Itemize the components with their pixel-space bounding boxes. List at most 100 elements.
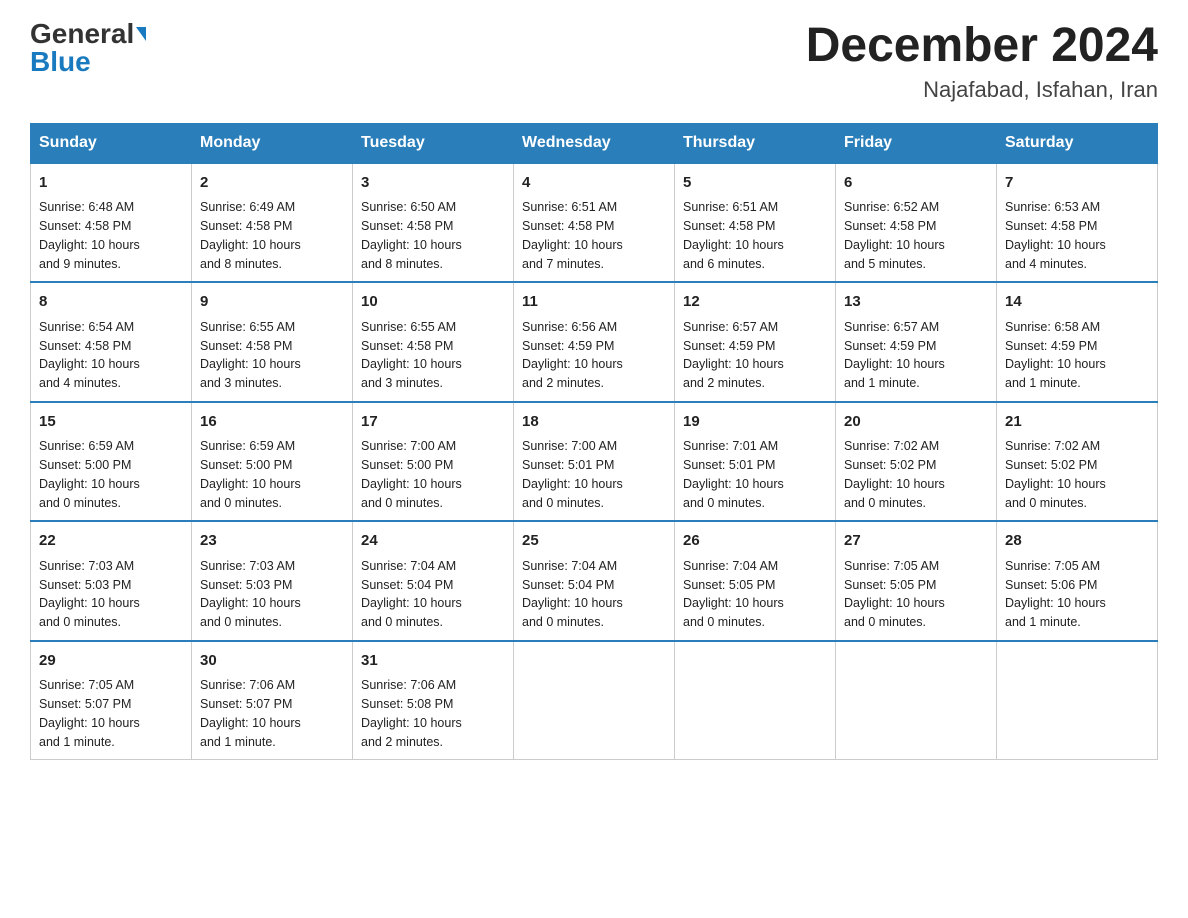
- day-info: Sunrise: 7:04 AM Sunset: 5:04 PM Dayligh…: [361, 557, 505, 632]
- day-info: Sunrise: 6:50 AM Sunset: 4:58 PM Dayligh…: [361, 198, 505, 273]
- calendar-cell: 18 Sunrise: 7:00 AM Sunset: 5:01 PM Dayl…: [514, 402, 675, 522]
- day-number: 23: [200, 530, 344, 553]
- calendar-cell: 19 Sunrise: 7:01 AM Sunset: 5:01 PM Dayl…: [675, 402, 836, 522]
- day-number: 22: [39, 530, 183, 553]
- day-info: Sunrise: 6:55 AM Sunset: 4:58 PM Dayligh…: [361, 318, 505, 393]
- weekday-header-tuesday: Tuesday: [353, 123, 514, 163]
- calendar-cell: 22 Sunrise: 7:03 AM Sunset: 5:03 PM Dayl…: [31, 521, 192, 641]
- day-number: 28: [1005, 530, 1149, 553]
- calendar-cell: 30 Sunrise: 7:06 AM Sunset: 5:07 PM Dayl…: [192, 641, 353, 760]
- calendar-cell: 6 Sunrise: 6:52 AM Sunset: 4:58 PM Dayli…: [836, 163, 997, 283]
- day-info: Sunrise: 6:58 AM Sunset: 4:59 PM Dayligh…: [1005, 318, 1149, 393]
- day-number: 29: [39, 650, 183, 673]
- day-number: 15: [39, 411, 183, 434]
- calendar-cell: 2 Sunrise: 6:49 AM Sunset: 4:58 PM Dayli…: [192, 163, 353, 283]
- calendar-cell: [836, 641, 997, 760]
- weekday-header-wednesday: Wednesday: [514, 123, 675, 163]
- day-info: Sunrise: 6:57 AM Sunset: 4:59 PM Dayligh…: [844, 318, 988, 393]
- day-number: 21: [1005, 411, 1149, 434]
- day-info: Sunrise: 6:56 AM Sunset: 4:59 PM Dayligh…: [522, 318, 666, 393]
- calendar-cell: [675, 641, 836, 760]
- calendar-cell: 24 Sunrise: 7:04 AM Sunset: 5:04 PM Dayl…: [353, 521, 514, 641]
- weekday-header-row: SundayMondayTuesdayWednesdayThursdayFrid…: [31, 123, 1158, 163]
- day-info: Sunrise: 7:04 AM Sunset: 5:05 PM Dayligh…: [683, 557, 827, 632]
- day-number: 26: [683, 530, 827, 553]
- day-number: 27: [844, 530, 988, 553]
- calendar-cell: 10 Sunrise: 6:55 AM Sunset: 4:58 PM Dayl…: [353, 282, 514, 402]
- day-number: 9: [200, 291, 344, 314]
- logo: General Blue: [30, 20, 146, 76]
- day-number: 17: [361, 411, 505, 434]
- calendar-cell: 31 Sunrise: 7:06 AM Sunset: 5:08 PM Dayl…: [353, 641, 514, 760]
- day-info: Sunrise: 7:04 AM Sunset: 5:04 PM Dayligh…: [522, 557, 666, 632]
- day-info: Sunrise: 6:51 AM Sunset: 4:58 PM Dayligh…: [522, 198, 666, 273]
- week-row-4: 22 Sunrise: 7:03 AM Sunset: 5:03 PM Dayl…: [31, 521, 1158, 641]
- day-info: Sunrise: 6:54 AM Sunset: 4:58 PM Dayligh…: [39, 318, 183, 393]
- calendar-cell: 28 Sunrise: 7:05 AM Sunset: 5:06 PM Dayl…: [997, 521, 1158, 641]
- calendar-cell: [997, 641, 1158, 760]
- calendar-cell: 23 Sunrise: 7:03 AM Sunset: 5:03 PM Dayl…: [192, 521, 353, 641]
- weekday-header-saturday: Saturday: [997, 123, 1158, 163]
- day-number: 18: [522, 411, 666, 434]
- calendar-cell: 20 Sunrise: 7:02 AM Sunset: 5:02 PM Dayl…: [836, 402, 997, 522]
- day-number: 10: [361, 291, 505, 314]
- calendar-cell: 21 Sunrise: 7:02 AM Sunset: 5:02 PM Dayl…: [997, 402, 1158, 522]
- day-number: 11: [522, 291, 666, 314]
- weekday-header-sunday: Sunday: [31, 123, 192, 163]
- calendar-cell: [514, 641, 675, 760]
- day-info: Sunrise: 6:59 AM Sunset: 5:00 PM Dayligh…: [39, 437, 183, 512]
- day-number: 7: [1005, 172, 1149, 195]
- day-number: 8: [39, 291, 183, 314]
- day-info: Sunrise: 6:48 AM Sunset: 4:58 PM Dayligh…: [39, 198, 183, 273]
- day-info: Sunrise: 7:06 AM Sunset: 5:07 PM Dayligh…: [200, 676, 344, 751]
- day-number: 2: [200, 172, 344, 195]
- calendar-cell: 14 Sunrise: 6:58 AM Sunset: 4:59 PM Dayl…: [997, 282, 1158, 402]
- week-row-3: 15 Sunrise: 6:59 AM Sunset: 5:00 PM Dayl…: [31, 402, 1158, 522]
- page-header: General Blue December 2024 Najafabad, Is…: [30, 20, 1158, 103]
- day-number: 6: [844, 172, 988, 195]
- month-title: December 2024: [806, 20, 1158, 73]
- day-number: 30: [200, 650, 344, 673]
- weekday-header-thursday: Thursday: [675, 123, 836, 163]
- calendar-cell: 3 Sunrise: 6:50 AM Sunset: 4:58 PM Dayli…: [353, 163, 514, 283]
- calendar-cell: 26 Sunrise: 7:04 AM Sunset: 5:05 PM Dayl…: [675, 521, 836, 641]
- day-info: Sunrise: 6:49 AM Sunset: 4:58 PM Dayligh…: [200, 198, 344, 273]
- title-section: December 2024 Najafabad, Isfahan, Iran: [806, 20, 1158, 103]
- day-number: 16: [200, 411, 344, 434]
- day-info: Sunrise: 6:55 AM Sunset: 4:58 PM Dayligh…: [200, 318, 344, 393]
- day-number: 14: [1005, 291, 1149, 314]
- calendar-cell: 25 Sunrise: 7:04 AM Sunset: 5:04 PM Dayl…: [514, 521, 675, 641]
- calendar-cell: 17 Sunrise: 7:00 AM Sunset: 5:00 PM Dayl…: [353, 402, 514, 522]
- calendar-cell: 8 Sunrise: 6:54 AM Sunset: 4:58 PM Dayli…: [31, 282, 192, 402]
- calendar-cell: 1 Sunrise: 6:48 AM Sunset: 4:58 PM Dayli…: [31, 163, 192, 283]
- day-number: 20: [844, 411, 988, 434]
- day-info: Sunrise: 6:51 AM Sunset: 4:58 PM Dayligh…: [683, 198, 827, 273]
- day-number: 5: [683, 172, 827, 195]
- day-info: Sunrise: 6:57 AM Sunset: 4:59 PM Dayligh…: [683, 318, 827, 393]
- calendar-table: SundayMondayTuesdayWednesdayThursdayFrid…: [30, 123, 1158, 761]
- calendar-cell: 13 Sunrise: 6:57 AM Sunset: 4:59 PM Dayl…: [836, 282, 997, 402]
- day-number: 25: [522, 530, 666, 553]
- day-info: Sunrise: 6:52 AM Sunset: 4:58 PM Dayligh…: [844, 198, 988, 273]
- location-title: Najafabad, Isfahan, Iran: [806, 77, 1158, 103]
- day-info: Sunrise: 6:53 AM Sunset: 4:58 PM Dayligh…: [1005, 198, 1149, 273]
- day-info: Sunrise: 6:59 AM Sunset: 5:00 PM Dayligh…: [200, 437, 344, 512]
- day-number: 4: [522, 172, 666, 195]
- week-row-2: 8 Sunrise: 6:54 AM Sunset: 4:58 PM Dayli…: [31, 282, 1158, 402]
- day-info: Sunrise: 7:02 AM Sunset: 5:02 PM Dayligh…: [1005, 437, 1149, 512]
- day-info: Sunrise: 7:00 AM Sunset: 5:00 PM Dayligh…: [361, 437, 505, 512]
- day-number: 13: [844, 291, 988, 314]
- calendar-cell: 11 Sunrise: 6:56 AM Sunset: 4:59 PM Dayl…: [514, 282, 675, 402]
- day-info: Sunrise: 7:05 AM Sunset: 5:05 PM Dayligh…: [844, 557, 988, 632]
- day-number: 1: [39, 172, 183, 195]
- calendar-cell: 27 Sunrise: 7:05 AM Sunset: 5:05 PM Dayl…: [836, 521, 997, 641]
- day-info: Sunrise: 7:03 AM Sunset: 5:03 PM Dayligh…: [200, 557, 344, 632]
- calendar-cell: 12 Sunrise: 6:57 AM Sunset: 4:59 PM Dayl…: [675, 282, 836, 402]
- logo-general-text: General: [30, 20, 134, 48]
- weekday-header-friday: Friday: [836, 123, 997, 163]
- day-info: Sunrise: 7:05 AM Sunset: 5:06 PM Dayligh…: [1005, 557, 1149, 632]
- calendar-cell: 16 Sunrise: 6:59 AM Sunset: 5:00 PM Dayl…: [192, 402, 353, 522]
- calendar-cell: 7 Sunrise: 6:53 AM Sunset: 4:58 PM Dayli…: [997, 163, 1158, 283]
- calendar-cell: 5 Sunrise: 6:51 AM Sunset: 4:58 PM Dayli…: [675, 163, 836, 283]
- day-info: Sunrise: 7:03 AM Sunset: 5:03 PM Dayligh…: [39, 557, 183, 632]
